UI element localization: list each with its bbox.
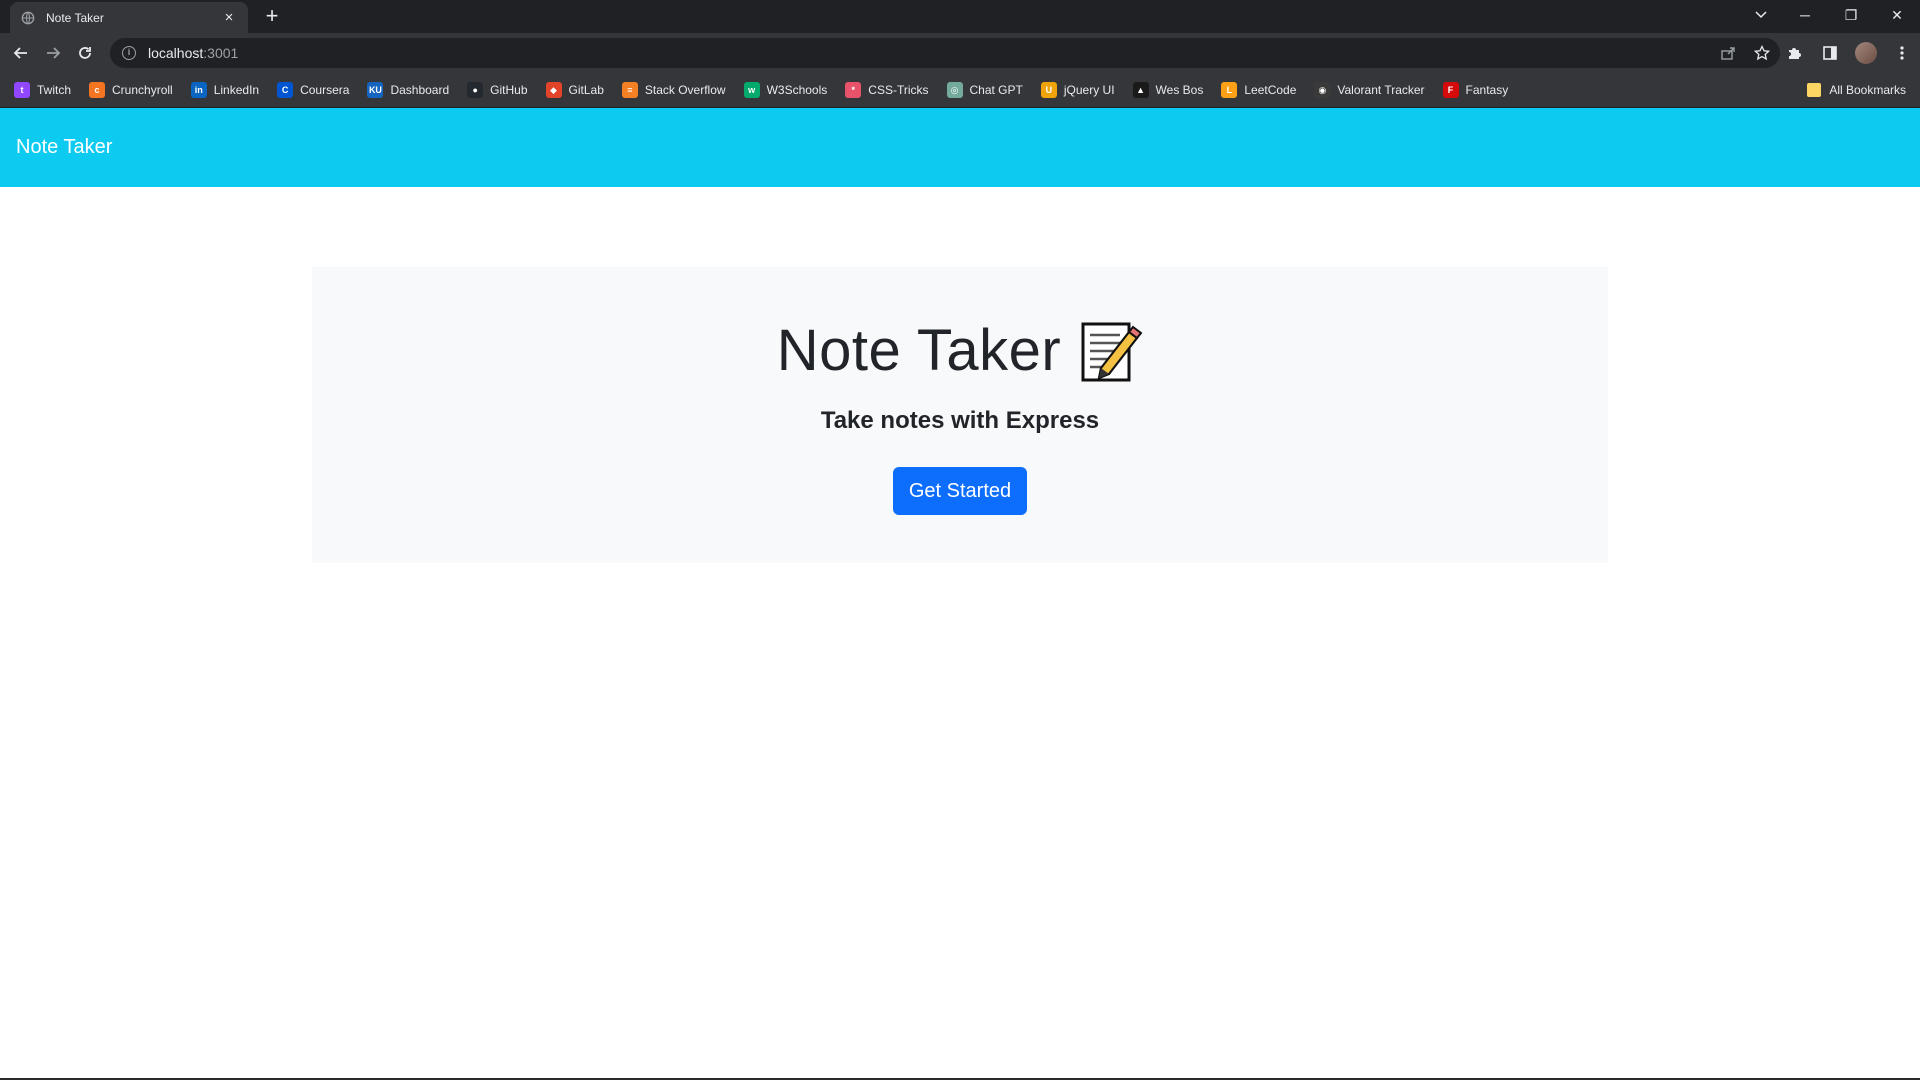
omnibox-actions bbox=[1718, 43, 1772, 63]
minimize-icon[interactable]: ─ bbox=[1782, 0, 1828, 30]
chatgpt-icon: ◎ bbox=[946, 82, 963, 98]
avatar bbox=[1855, 42, 1877, 64]
url-text: localhost:3001 bbox=[148, 45, 238, 61]
extensions-puzzle-icon[interactable] bbox=[1782, 38, 1806, 68]
bookmark-chat-gpt[interactable]: ◎ Chat GPT bbox=[946, 77, 1023, 103]
bookmark-twitch[interactable]: t Twitch bbox=[14, 77, 71, 103]
window-controls: ─ ❐ ✕ bbox=[1782, 0, 1920, 30]
bookmark-github[interactable]: ● GitHub bbox=[467, 77, 528, 103]
toolbar-actions bbox=[1782, 38, 1914, 68]
bookmark-label: Twitch bbox=[37, 83, 72, 97]
hero-section: Note Taker Take notes with Express Get S… bbox=[312, 267, 1608, 563]
gitlab-icon: ◆ bbox=[545, 82, 562, 98]
leetcode-icon: L bbox=[1221, 82, 1238, 98]
bookmark-crunchyroll[interactable]: c Crunchyroll bbox=[89, 77, 173, 103]
bookmark-label: Crunchyroll bbox=[112, 83, 173, 97]
bookmark-gitlab[interactable]: ◆ GitLab bbox=[545, 77, 604, 103]
url-host: localhost bbox=[148, 45, 204, 61]
bookmarks-bar: t Twitch c Crunchyroll in LinkedIn C Coursera KU… bbox=[0, 73, 1920, 108]
bookmark-label: LinkedIn bbox=[213, 83, 260, 97]
side-panel-icon[interactable] bbox=[1818, 38, 1842, 68]
valorant-tracker-icon: ◉ bbox=[1314, 82, 1331, 98]
bookmark-label: jQuery UI bbox=[1063, 83, 1115, 97]
bookmark-label: W3Schools bbox=[766, 83, 828, 97]
tab-strip: Note Taker × + ─ ❐ ✕ bbox=[0, 0, 1920, 33]
browser-tab[interactable]: Note Taker × bbox=[10, 2, 248, 33]
window-close-icon[interactable]: ✕ bbox=[1874, 0, 1920, 30]
address-bar[interactable]: i localhost:3001 bbox=[110, 38, 1780, 68]
navbar-brand[interactable]: Note Taker bbox=[16, 136, 112, 159]
site-info-icon[interactable]: i bbox=[122, 46, 136, 60]
bookmark-label: LeetCode bbox=[1244, 83, 1297, 97]
github-icon: ● bbox=[467, 82, 484, 98]
all-bookmarks-label: All Bookmarks bbox=[1829, 83, 1906, 97]
globe-icon bbox=[20, 10, 36, 26]
bookmark-label: Dashboard bbox=[390, 83, 450, 97]
csstricks-icon: * bbox=[845, 82, 862, 98]
folder-icon bbox=[1807, 83, 1822, 97]
bookmark-label: Valorant Tracker bbox=[1337, 83, 1425, 97]
tab-search-chevron-icon[interactable] bbox=[1746, 2, 1776, 28]
bookmark-label: Coursera bbox=[300, 83, 350, 97]
all-bookmarks-button[interactable]: All Bookmarks bbox=[1807, 77, 1906, 103]
profile-avatar[interactable] bbox=[1854, 38, 1878, 68]
w3schools-icon: w bbox=[743, 82, 760, 98]
bookmark-leetcode[interactable]: L LeetCode bbox=[1221, 77, 1296, 103]
bookmark-css-tricks[interactable]: * CSS-Tricks bbox=[845, 77, 929, 103]
back-arrow-icon[interactable] bbox=[6, 38, 36, 68]
memo-icon bbox=[1079, 318, 1143, 384]
bookmark-label: Stack Overflow bbox=[644, 83, 726, 97]
bookmark-label: Fantasy bbox=[1465, 83, 1509, 97]
url-port: :3001 bbox=[203, 45, 239, 61]
bookmark-label: Chat GPT bbox=[969, 83, 1023, 97]
reload-icon[interactable] bbox=[70, 38, 100, 68]
bookmark-wes-bos[interactable]: ▲ Wes Bos bbox=[1132, 77, 1204, 103]
app-navbar: Note Taker bbox=[0, 108, 1920, 187]
bookmark-dashboard[interactable]: KU Dashboard bbox=[367, 77, 449, 103]
share-icon[interactable] bbox=[1718, 43, 1738, 63]
hero-title-text: Note Taker bbox=[776, 318, 1062, 383]
bookmark-coursera[interactable]: C Coursera bbox=[277, 77, 349, 103]
wesbos-icon: ▲ bbox=[1132, 82, 1149, 98]
bookmark-linkedin[interactable]: in LinkedIn bbox=[190, 77, 260, 103]
browser-chrome: Note Taker × + ─ ❐ ✕ i localhost:3001 t … bbox=[0, 0, 1920, 108]
bookmark-valorant-tracker[interactable]: ◉ Valorant Tracker bbox=[1314, 77, 1425, 103]
kebab-menu-icon[interactable] bbox=[1890, 38, 1914, 68]
twitch-icon: t bbox=[14, 82, 30, 98]
fantasy-icon: F bbox=[1442, 82, 1459, 98]
crunchyroll-icon: c bbox=[89, 82, 106, 98]
dashboard-icon: KU bbox=[367, 82, 384, 98]
hero-title: Note Taker bbox=[312, 317, 1608, 384]
browser-toolbar: i localhost:3001 bbox=[0, 33, 1920, 73]
coursera-icon: C bbox=[277, 82, 294, 98]
bookmark-label: Wes Bos bbox=[1155, 83, 1204, 97]
restore-icon[interactable]: ❐ bbox=[1828, 0, 1874, 30]
tab-close-icon[interactable]: × bbox=[220, 9, 238, 27]
bookmark-stack-overflow[interactable]: ≡ Stack Overflow bbox=[621, 77, 726, 103]
bookmark-fantasy[interactable]: F Fantasy bbox=[1442, 77, 1509, 103]
stackoverflow-icon: ≡ bbox=[621, 82, 638, 98]
bookmark-label: CSS-Tricks bbox=[868, 83, 929, 97]
new-tab-icon[interactable]: + bbox=[260, 5, 284, 29]
bookmark-label: GitLab bbox=[568, 83, 604, 97]
bookmark-star-icon[interactable] bbox=[1752, 43, 1772, 63]
linkedin-icon: in bbox=[190, 82, 207, 98]
tab-title: Note Taker bbox=[46, 10, 104, 25]
get-started-button[interactable]: Get Started bbox=[893, 467, 1027, 515]
hero-subtitle: Take notes with Express bbox=[820, 407, 1100, 434]
bookmark-jquery-ui[interactable]: UjQuery UI bbox=[1040, 77, 1115, 103]
bookmark-label: GitHub bbox=[490, 83, 528, 97]
forward-arrow-icon[interactable] bbox=[38, 38, 68, 68]
bookmark-w3schools[interactable]: w W3Schools bbox=[743, 77, 828, 103]
jqueryui-icon: U bbox=[1040, 82, 1057, 98]
